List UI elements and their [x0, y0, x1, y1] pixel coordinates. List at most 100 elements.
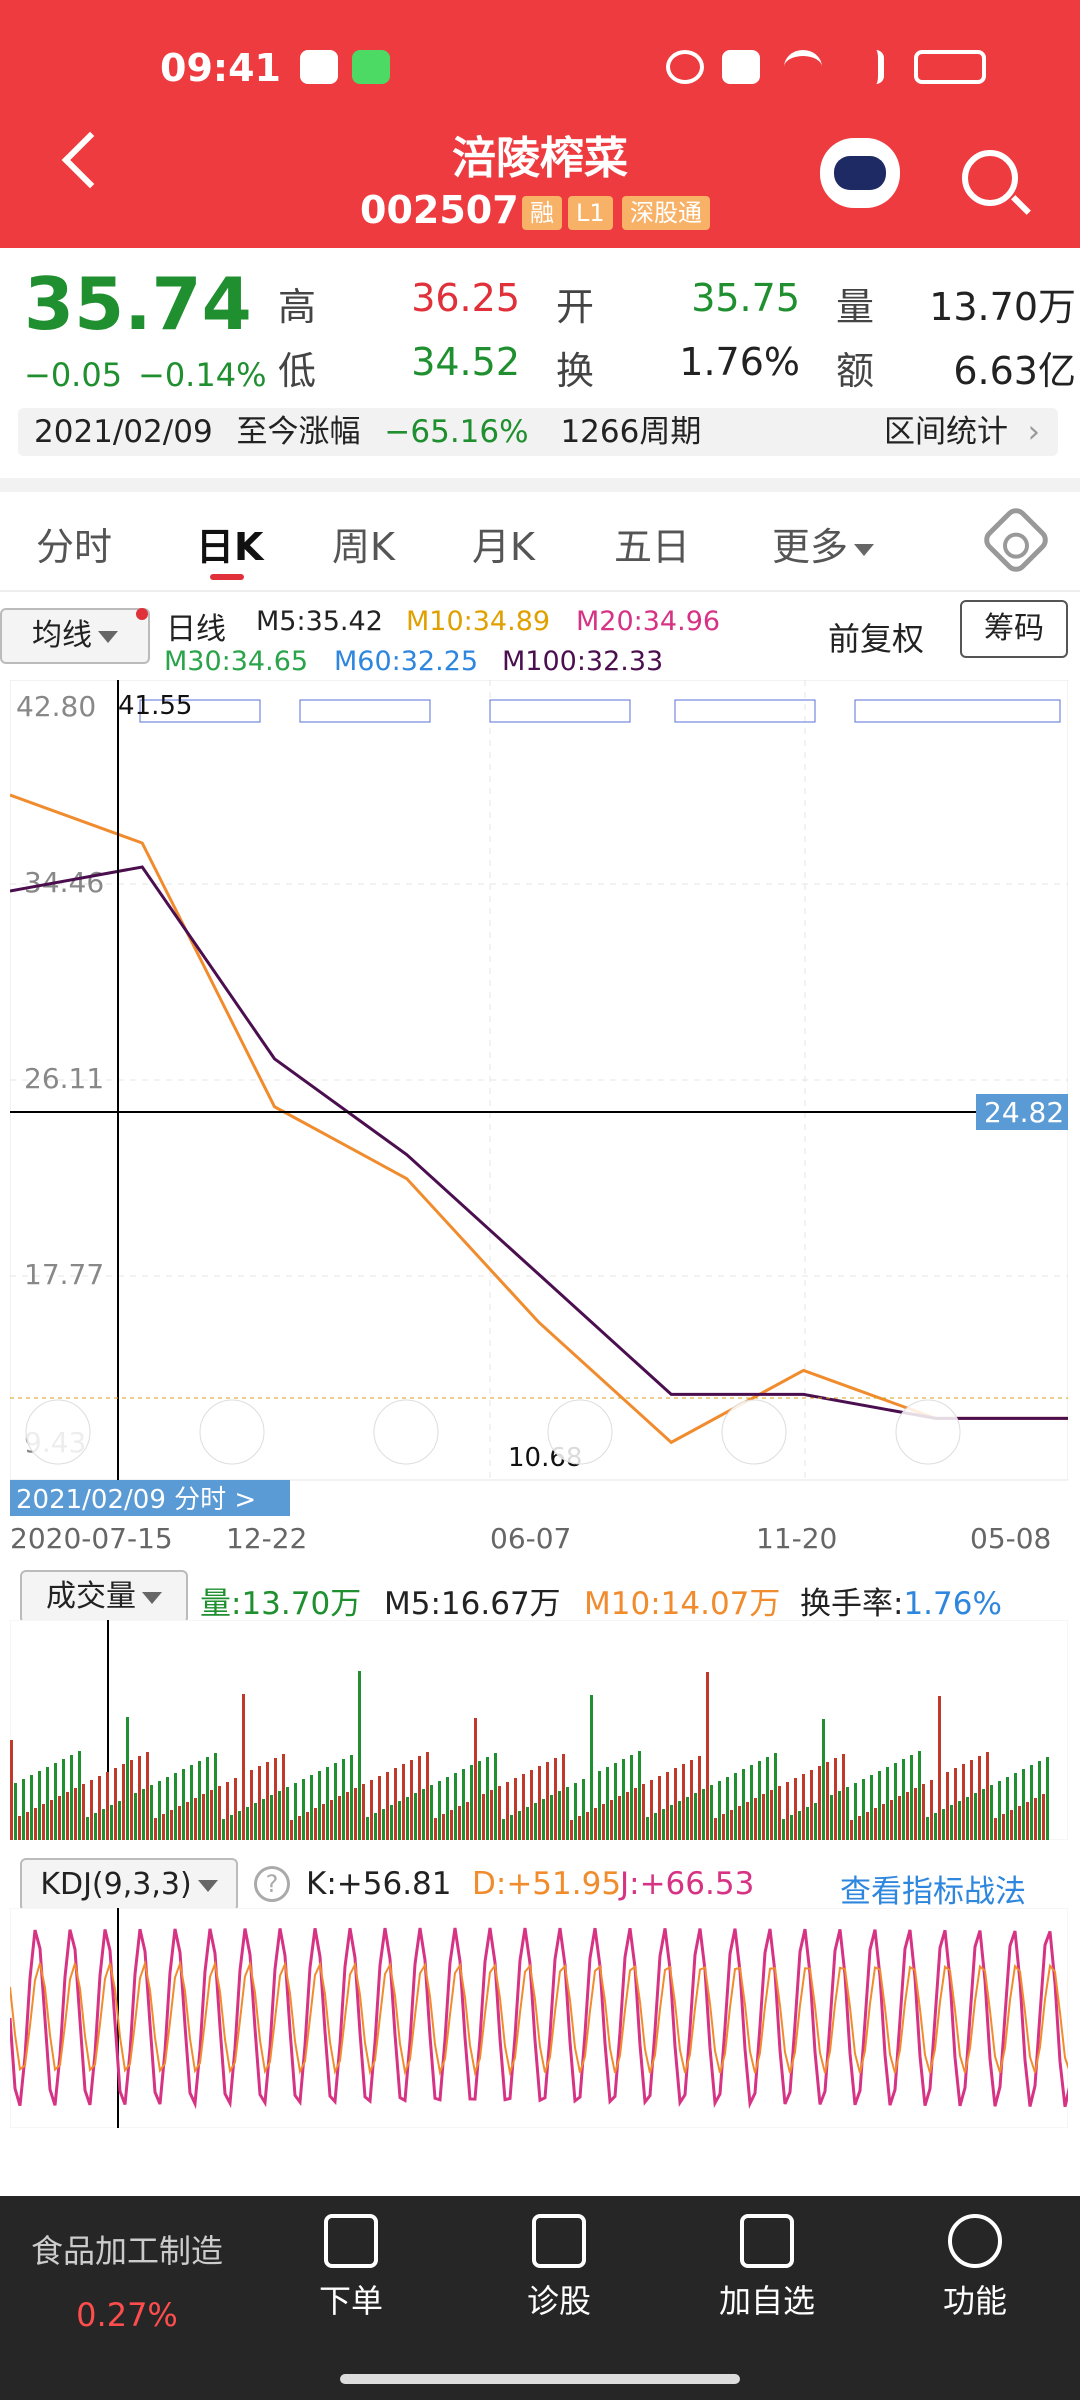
- scroll-right-icon[interactable]: [721, 1399, 787, 1465]
- ma30-label: M30:34.65: [164, 646, 309, 677]
- volume-today: 量:13.70万: [200, 1586, 362, 1622]
- volume-bar: [942, 1809, 945, 1840]
- sector-name[interactable]: 食品加工制造: [24, 2226, 230, 2272]
- volume-bar: [30, 1775, 33, 1840]
- news-app-icon: [300, 50, 338, 84]
- volume-bar: [1030, 1765, 1033, 1840]
- tab-monthly-k[interactable]: 月K: [472, 516, 535, 571]
- ma-selector[interactable]: 均线: [0, 608, 150, 664]
- volume-bar: [730, 1810, 733, 1840]
- volume-bar: [274, 1758, 277, 1840]
- volume-bar: [222, 1819, 225, 1840]
- volume-bar: [990, 1785, 993, 1840]
- volume-bar: [634, 1788, 637, 1840]
- kdj-selector[interactable]: KDJ(9,3,3): [20, 1858, 238, 1912]
- help-icon[interactable]: ?: [254, 1866, 290, 1902]
- volume-bar: [870, 1775, 873, 1840]
- volume-bar: [354, 1788, 357, 1840]
- volume-bar: [214, 1753, 217, 1840]
- range-bar[interactable]: 2021/02/09 至今涨幅 −65.16% 1266周期 区间统计 ›: [18, 408, 1058, 456]
- kdj-strategy-link[interactable]: 查看指标战法: [840, 1866, 1026, 1911]
- diagnose-button[interactable]: 诊股: [484, 2214, 634, 2322]
- volume-bar: [74, 1788, 77, 1840]
- volume-bar: [898, 1796, 901, 1840]
- turnover-rate: 换手率:1.76%: [800, 1578, 1002, 1623]
- search-icon[interactable]: [962, 150, 1018, 206]
- volume-bar: [558, 1791, 561, 1840]
- last-price: 35.74: [24, 262, 252, 346]
- volume-bar: [70, 1755, 73, 1840]
- tab-more-label: 更多: [772, 525, 849, 569]
- fullscreen-icon[interactable]: [895, 1399, 961, 1465]
- volume-bar: [398, 1801, 401, 1840]
- volume-bar: [850, 1820, 853, 1840]
- volume-bar: [102, 1809, 105, 1840]
- crosshair-date: 2021/02/09 分时 >: [16, 1485, 256, 1515]
- volume-bar: [218, 1786, 221, 1840]
- tab-intraday[interactable]: 分时: [36, 516, 112, 571]
- chips-button[interactable]: 筹码: [960, 600, 1068, 658]
- volume-bar: [646, 1817, 649, 1840]
- volume-bar: [934, 1813, 937, 1840]
- volume-bar: [382, 1809, 385, 1840]
- zoom-in-icon[interactable]: [199, 1399, 265, 1465]
- open-label: 开: [556, 285, 595, 329]
- volume-bar: [402, 1764, 405, 1840]
- tab-more[interactable]: 更多: [772, 516, 875, 571]
- volume-bar: [926, 1817, 929, 1840]
- volume-bar: [590, 1695, 593, 1840]
- tab-daily-k[interactable]: 日K: [196, 516, 263, 571]
- assistant-robot-icon[interactable]: [820, 138, 900, 208]
- status-time: 09:41: [160, 46, 281, 90]
- volume-bar: [170, 1810, 173, 1840]
- volume-bar: [598, 1771, 601, 1840]
- kline-chart[interactable]: 42.80 34.46 26.11 17.77 9.43 24.82 41.55…: [10, 680, 1068, 1560]
- volume-bar: [98, 1776, 101, 1840]
- volume-bar: [770, 1790, 773, 1840]
- volume-bar: [894, 1763, 897, 1840]
- volume-bar: [666, 1772, 669, 1840]
- volume-bar: [778, 1786, 781, 1840]
- volume-bar: [834, 1758, 837, 1840]
- y-tick: 42.80: [16, 690, 96, 723]
- section-divider: [0, 478, 1080, 492]
- volume-bar: [830, 1795, 833, 1840]
- volume-selector[interactable]: 成交量: [20, 1570, 188, 1624]
- adjust-mode[interactable]: 前复权: [828, 614, 924, 660]
- range-stats-button[interactable]: 区间统计: [884, 408, 1008, 456]
- volume-bar: [538, 1766, 541, 1840]
- volume-bar: [434, 1818, 437, 1840]
- volume-bar: [194, 1798, 197, 1840]
- add-watchlist-button[interactable]: 加自选: [692, 2214, 842, 2322]
- tab-weekly-k[interactable]: 周K: [332, 516, 395, 571]
- volume-bar: [550, 1795, 553, 1840]
- scroll-left-icon[interactable]: [547, 1399, 613, 1465]
- volume-bar: [66, 1792, 69, 1840]
- range-since-label: 至今涨幅: [236, 414, 361, 450]
- wifi-icon: [784, 50, 822, 84]
- volume-bar: [914, 1788, 917, 1840]
- app-header: 09:41 涪陵榨菜 002507 融 L1 深股通: [0, 0, 1080, 248]
- volume-bar: [506, 1782, 509, 1840]
- volume-bar: [78, 1751, 81, 1840]
- chevron-right-icon: ›: [1027, 414, 1040, 450]
- volume-bar: [958, 1801, 961, 1840]
- amount-label: 额: [836, 349, 875, 393]
- rewind-icon[interactable]: [25, 1399, 91, 1465]
- volume-bar: [446, 1777, 449, 1840]
- price-change-pct: −0.14%: [138, 356, 267, 394]
- open-value: 35.75: [691, 276, 800, 320]
- volume-bar: [714, 1818, 717, 1840]
- functions-button[interactable]: 功能: [900, 2214, 1050, 2322]
- volume-bar: [742, 1769, 745, 1840]
- volume-bar: [150, 1785, 153, 1840]
- volume-bar: [310, 1775, 313, 1840]
- volume-bar: [338, 1796, 341, 1840]
- x-tick: 2020-07-15: [10, 1522, 173, 1555]
- volume-bar: [1026, 1802, 1029, 1840]
- zoom-out-icon[interactable]: [373, 1399, 439, 1465]
- chevron-down-icon: [98, 630, 118, 643]
- order-button[interactable]: 下单: [276, 2214, 426, 2322]
- period-tabs: 分时 日K 周K 月K 五日 更多: [0, 492, 1080, 592]
- tab-five-day[interactable]: 五日: [614, 516, 690, 571]
